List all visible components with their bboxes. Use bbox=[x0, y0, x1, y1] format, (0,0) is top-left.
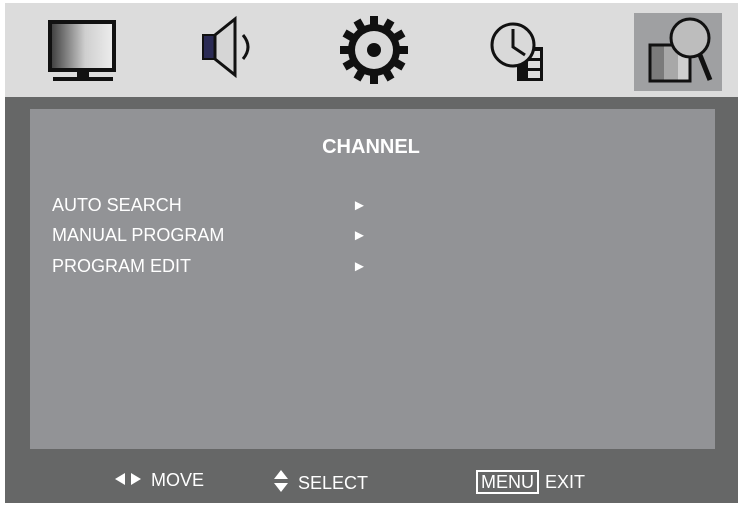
menu-item-label: AUTO SEARCH bbox=[52, 195, 182, 215]
up-down-arrows-icon bbox=[274, 470, 288, 497]
menu-title: CHANNEL bbox=[322, 136, 420, 158]
setup-menu-tab[interactable] bbox=[330, 13, 418, 91]
channel-menu-tab[interactable] bbox=[634, 13, 722, 91]
sound-icon bbox=[202, 15, 250, 79]
exit-hint: MENU EXIT bbox=[476, 470, 585, 494]
setup-gear-icon bbox=[340, 16, 408, 84]
select-hint-label: SELECT bbox=[298, 473, 369, 493]
submenu-arrow-icon: ► bbox=[352, 258, 367, 275]
menu-item-label: MANUAL PROGRAM bbox=[52, 225, 225, 245]
move-hint: MOVE bbox=[115, 470, 204, 491]
select-hint: SELECT bbox=[274, 470, 368, 497]
menu-key-badge: MENU bbox=[476, 470, 539, 494]
menu-item-manual-program[interactable]: MANUAL PROGRAM ► bbox=[52, 225, 392, 251]
channel-search-icon bbox=[648, 17, 713, 83]
menu-item-label: PROGRAM EDIT bbox=[52, 256, 192, 276]
sound-menu-tab[interactable] bbox=[185, 13, 273, 91]
time-icon bbox=[490, 22, 543, 81]
main-menu-icon-bar bbox=[5, 3, 738, 97]
picture-icon bbox=[48, 20, 116, 81]
move-hint-label: MOVE bbox=[151, 470, 205, 490]
left-right-arrows-icon bbox=[115, 470, 141, 491]
footer-hints: MOVE SELECT MENU EXIT bbox=[0, 462, 742, 502]
menu-item-program-edit[interactable]: PROGRAM EDIT ► bbox=[52, 256, 392, 282]
menu-item-auto-search[interactable]: AUTO SEARCH ► bbox=[52, 195, 392, 221]
submenu-arrow-icon: ► bbox=[352, 227, 367, 244]
submenu-arrow-icon: ► bbox=[352, 197, 367, 214]
exit-hint-label: EXIT bbox=[545, 471, 586, 492]
time-menu-tab[interactable] bbox=[477, 13, 565, 91]
picture-menu-tab[interactable] bbox=[39, 13, 127, 91]
